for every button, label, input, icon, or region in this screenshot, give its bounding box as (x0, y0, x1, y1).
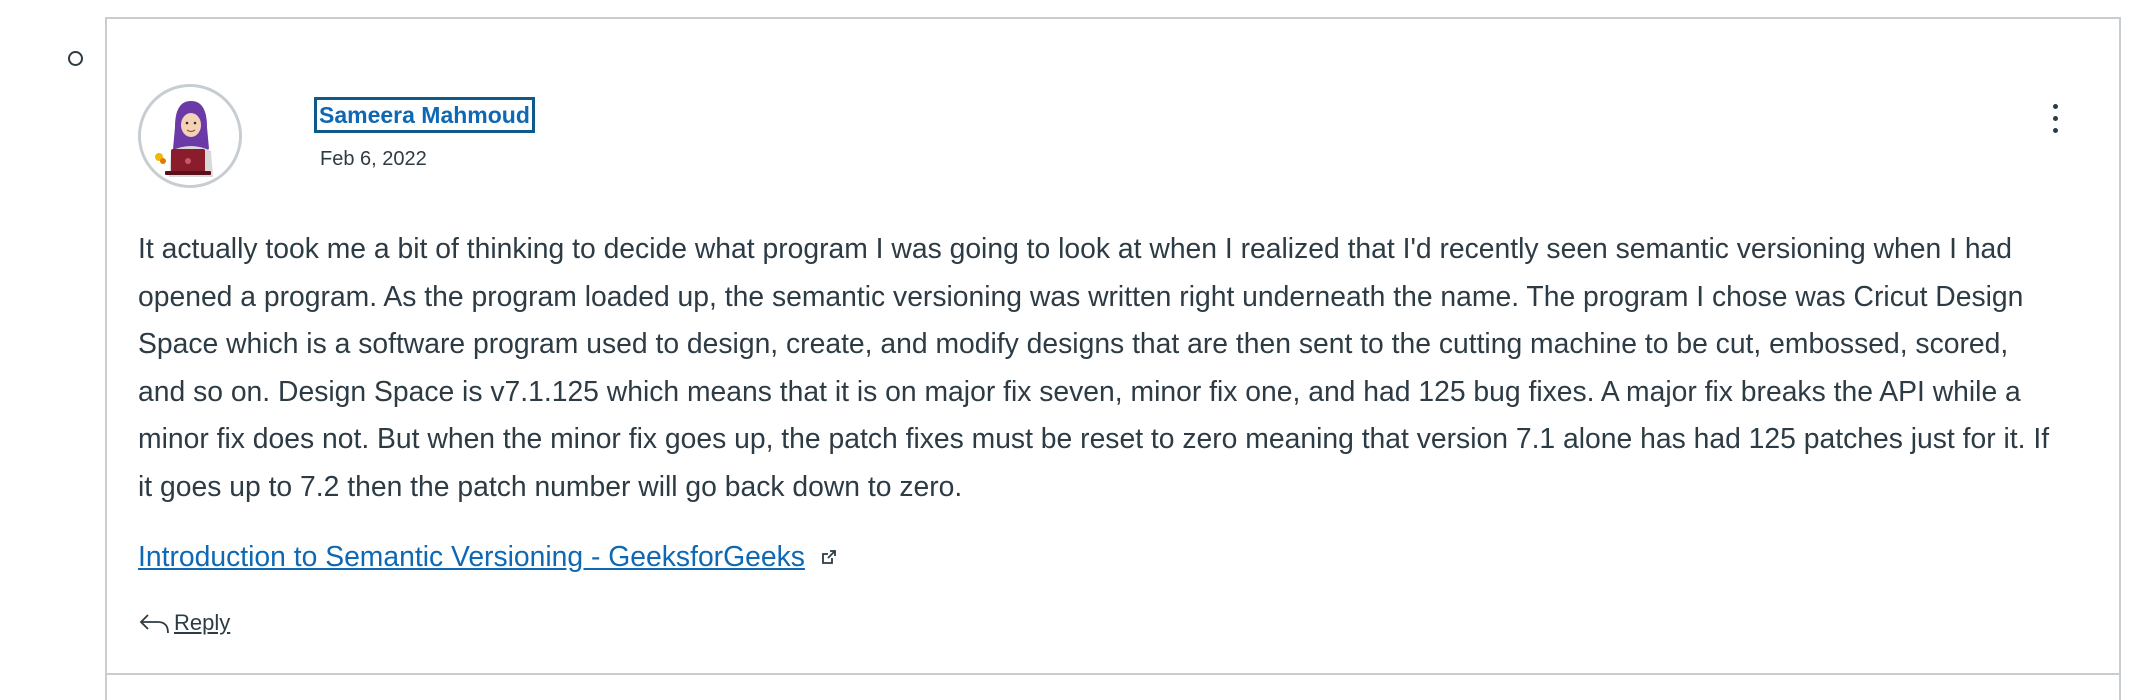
reply-arrow-icon (139, 614, 169, 634)
reply-button[interactable]: Reply (138, 606, 230, 640)
external-link-icon (821, 549, 836, 564)
divider (105, 673, 2121, 675)
discussion-thread: Sameera Mahmoud Feb 6, 2022 It actually … (0, 0, 2140, 700)
list-bullet-icon (68, 51, 83, 66)
post-date: Feb 6, 2022 (320, 148, 427, 170)
reply-label: Reply (174, 610, 231, 635)
author-name-link[interactable]: Sameera Mahmoud (314, 97, 535, 133)
link-row: Introduction to Semantic Versioning - Ge… (138, 536, 837, 576)
external-article-link[interactable]: Introduction to Semantic Versioning - Ge… (138, 540, 805, 572)
post-body: It actually took me a bit of thinking to… (138, 232, 2050, 502)
avatar[interactable] (138, 84, 242, 188)
kebab-menu-icon[interactable] (2040, 100, 2070, 140)
avatar-illustration (141, 87, 239, 185)
